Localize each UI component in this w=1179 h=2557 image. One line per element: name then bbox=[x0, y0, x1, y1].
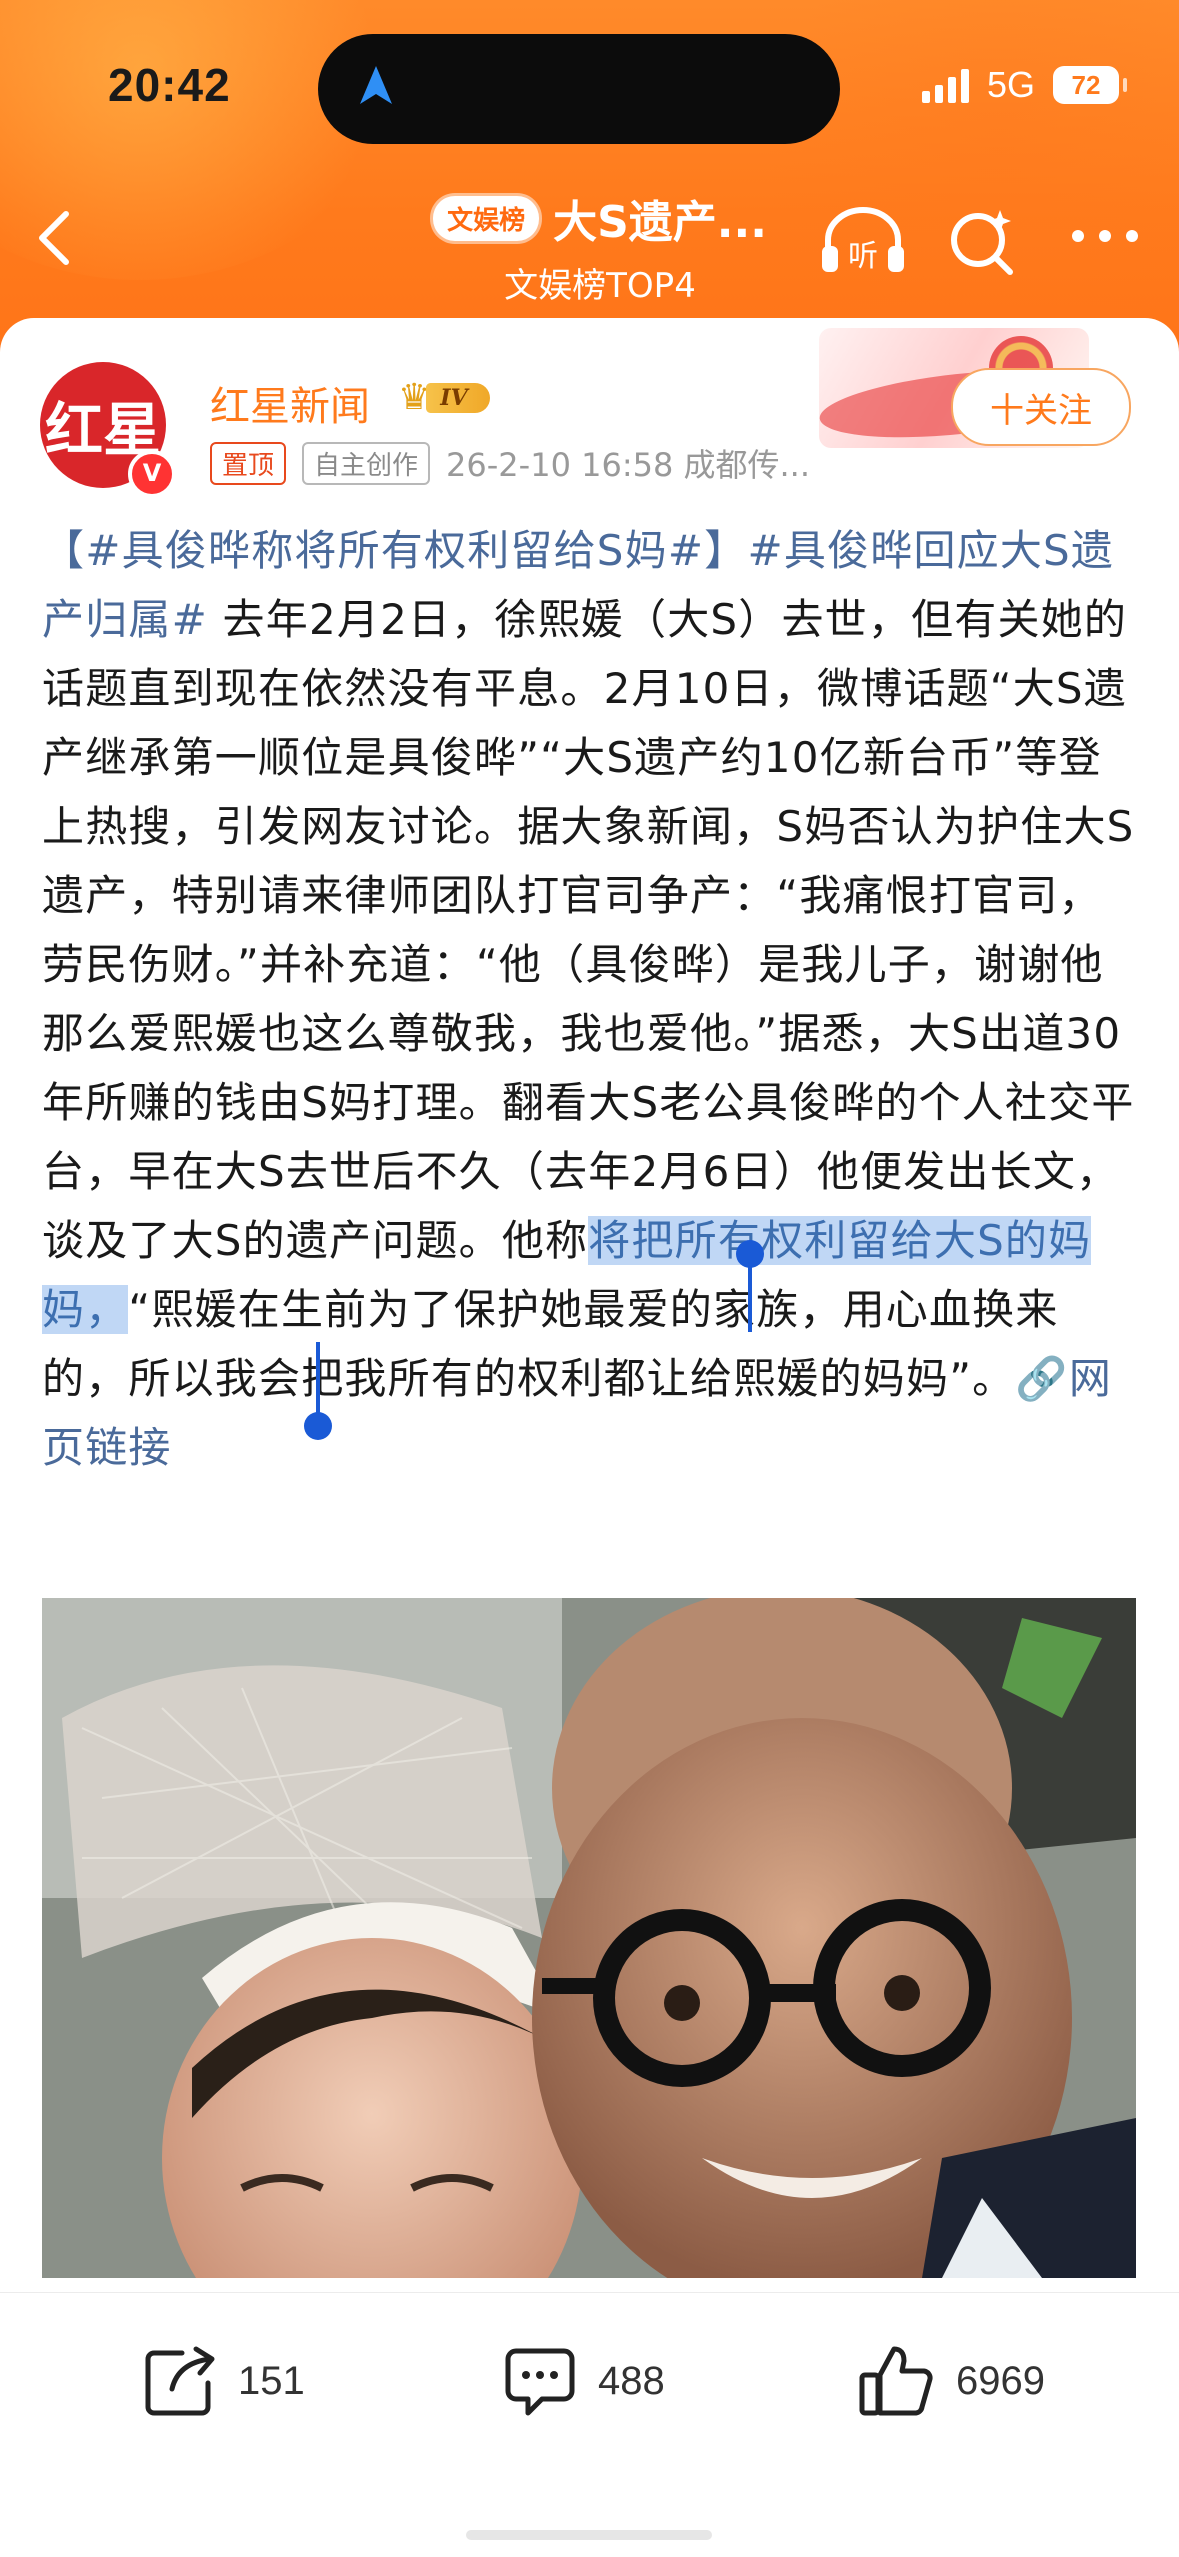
headphones-listen-icon[interactable]: 听 bbox=[818, 204, 908, 280]
status-time: 20:42 bbox=[108, 59, 231, 111]
listen-label: 听 bbox=[848, 239, 878, 274]
post-photo-illustration bbox=[42, 1598, 1136, 2278]
post-text: 去年2月2日，徐熙媛（大S）去世，但有关她的话题直到现在依然没有平息。2月10日… bbox=[42, 595, 1135, 1265]
comment-count: 488 bbox=[598, 2358, 665, 2403]
follow-button[interactable]: 十关注 bbox=[951, 368, 1131, 446]
author-name[interactable]: 红星新闻 bbox=[210, 374, 370, 432]
link-icon: 🔗 bbox=[1015, 1354, 1069, 1403]
navigation-arrow-icon bbox=[360, 66, 392, 104]
chevron-left-icon[interactable] bbox=[32, 208, 76, 268]
like-count: 6969 bbox=[956, 2358, 1045, 2403]
status-indicators: 5G 72 bbox=[921, 60, 1127, 110]
comment-button[interactable]: 488 bbox=[502, 2333, 665, 2429]
original-tag: 自主创作 bbox=[302, 441, 431, 485]
selection-start-handle[interactable] bbox=[736, 1240, 764, 1332]
home-indicator bbox=[466, 2530, 712, 2540]
repost-button[interactable]: 151 bbox=[142, 2333, 305, 2429]
bottom-action-bar: 151 488 6969 bbox=[0, 2292, 1179, 2557]
level-badge: ♛ IV bbox=[398, 378, 490, 418]
network-label: 5G bbox=[986, 64, 1035, 105]
dynamic-island bbox=[318, 34, 840, 144]
thumbs-up-icon bbox=[859, 2346, 933, 2416]
nav-title-block: 文娱榜 大S遗产... 文娱榜TOP4 bbox=[390, 186, 810, 307]
pinned-tag: 置顶 bbox=[210, 441, 287, 485]
post-image[interactable] bbox=[42, 1598, 1136, 2278]
verified-badge-icon: V bbox=[128, 450, 176, 498]
battery-icon: 72 bbox=[1053, 66, 1127, 104]
repost-count: 151 bbox=[238, 2358, 305, 2403]
selection-end-handle[interactable] bbox=[304, 1342, 332, 1440]
level-label: IV bbox=[426, 383, 490, 413]
post-body: 【#具俊晔称将所有权利留给S妈#】#具俊晔回应大S遗产归属# 去年2月2日，徐熙… bbox=[42, 516, 1142, 1482]
post-card: 红星 V 红星新闻 ♛ IV 置顶 自主创作 26-2-10 16:58 成都传… bbox=[0, 318, 1179, 2556]
page-title: 大S遗产... bbox=[553, 197, 767, 248]
entertainment-list-badge: 文娱榜 bbox=[433, 195, 540, 241]
like-button[interactable]: 6969 bbox=[856, 2333, 1045, 2429]
post-meta: 置顶 自主创作 26-2-10 16:58 成都传... bbox=[210, 440, 810, 486]
comment-icon bbox=[505, 2348, 575, 2416]
post-timestamp-source: 26-2-10 16:58 成都传... bbox=[446, 446, 811, 484]
topic-link[interactable]: 【#具俊晔称将所有权利留给S妈#】 bbox=[42, 526, 747, 575]
share-icon bbox=[145, 2346, 215, 2416]
page-subtitle: 文娱榜TOP4 bbox=[504, 266, 696, 306]
more-dots-icon[interactable] bbox=[1070, 226, 1140, 246]
search-sparkle-icon[interactable] bbox=[946, 204, 1020, 278]
post-text: “熙媛在生前为了保护她最爱的家族，用心血换来的，所以我会把我所有的权利都让给熙媛… bbox=[42, 1285, 1059, 1403]
signal-icon bbox=[921, 67, 969, 103]
